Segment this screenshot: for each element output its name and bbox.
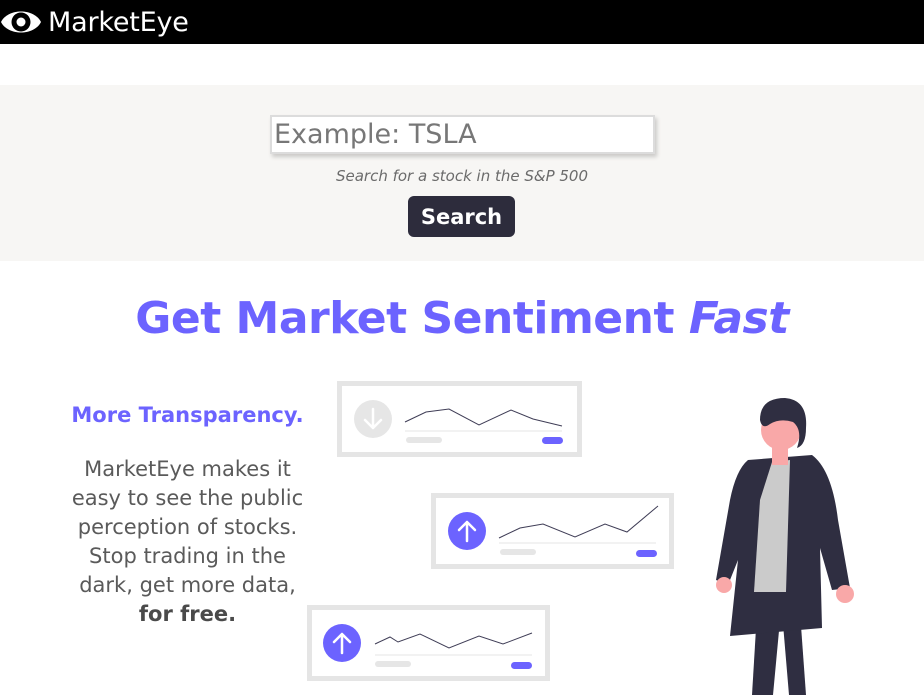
stock-card-up bbox=[431, 493, 674, 569]
hero-illustration bbox=[307, 381, 854, 695]
arrow-up-icon bbox=[448, 512, 486, 550]
arrow-up-icon bbox=[323, 624, 361, 662]
stock-card-down bbox=[337, 381, 582, 457]
stock-card-up-second bbox=[307, 605, 550, 681]
arrow-down-icon bbox=[354, 400, 392, 438]
person-illustration bbox=[716, 398, 854, 695]
